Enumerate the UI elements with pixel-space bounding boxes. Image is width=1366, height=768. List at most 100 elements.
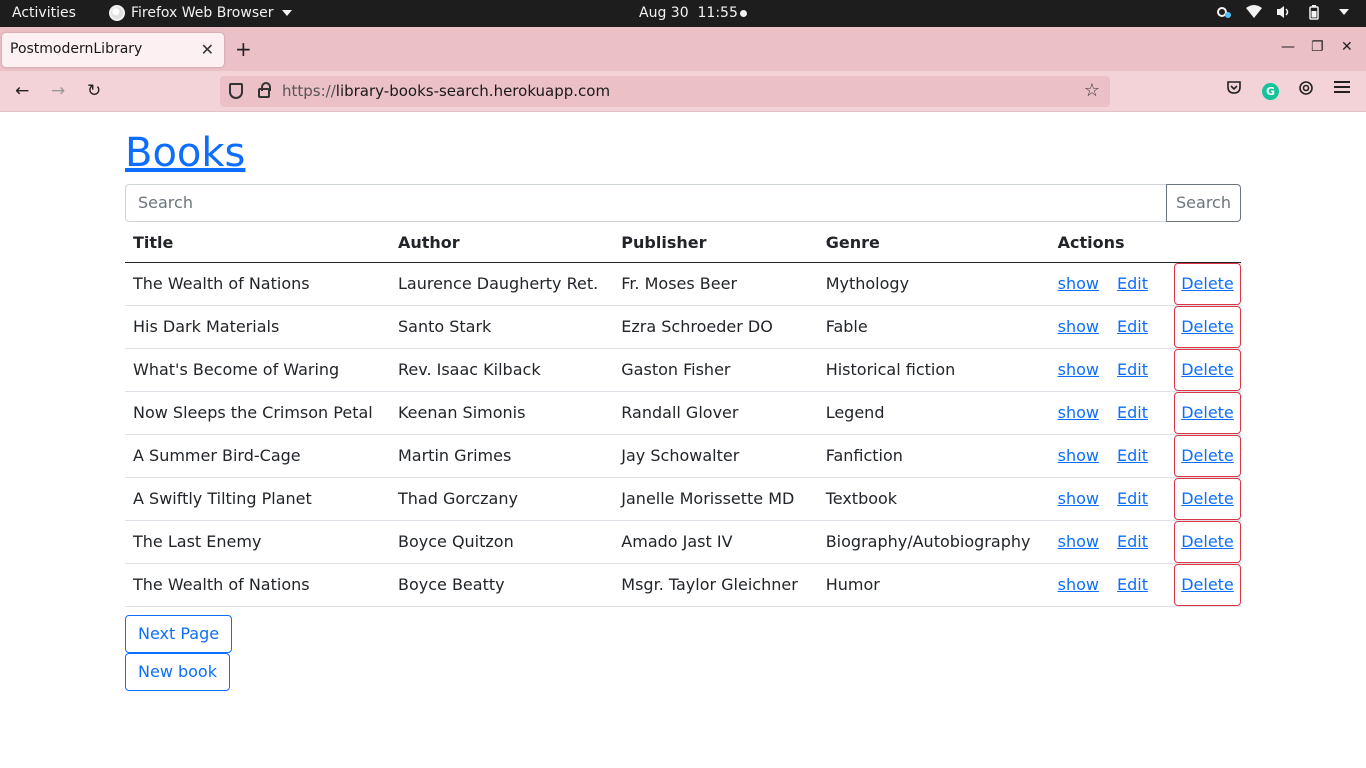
extension-icon[interactable] xyxy=(1297,79,1315,101)
book-title-cell: A Swiftly Tilting Planet xyxy=(125,477,390,521)
delete-button[interactable]: Delete xyxy=(1174,434,1241,477)
book-author-cell: Laurence Daugherty Ret. xyxy=(389,262,614,306)
hamburger-menu-icon[interactable] xyxy=(1334,79,1350,98)
delete-cell: Delete xyxy=(1174,391,1241,435)
actions-cell: show Edit xyxy=(1049,305,1174,349)
show-link[interactable]: show xyxy=(1058,317,1099,336)
book-publisher-cell: Msgr. Taylor Gleichner xyxy=(613,563,818,607)
navigation-bar: ← → ↻ https://library-books-search.herok… xyxy=(0,71,1366,112)
lock-icon[interactable] xyxy=(258,82,271,98)
volume-icon[interactable] xyxy=(1276,4,1292,20)
tab-title: PostmodernLibrary xyxy=(10,41,143,57)
book-publisher-cell: Fr. Moses Beer xyxy=(613,262,818,306)
book-genre-cell: Mythology xyxy=(817,262,1050,306)
url-text[interactable]: https://library-books-search.herokuapp.c… xyxy=(282,82,610,100)
tracking-protection-icon[interactable] xyxy=(229,83,243,99)
show-link[interactable]: show xyxy=(1058,446,1099,465)
edit-link[interactable]: Edit xyxy=(1117,446,1148,465)
column-header-actions: Actions xyxy=(1049,224,1174,263)
minimize-icon[interactable]: — xyxy=(1281,39,1295,55)
clock-time: 11:55 xyxy=(697,5,738,21)
table-row: The Last Enemy Boyce Quitzon Amado Jast IV… xyxy=(125,520,1241,564)
book-publisher-cell: Gaston Fisher xyxy=(613,348,818,392)
notification-dot xyxy=(740,10,747,17)
delete-button[interactable]: Delete xyxy=(1174,563,1241,606)
book-title-cell: The Last Enemy xyxy=(125,520,390,564)
table-row: A Swiftly Tilting Planet Thad Gorczany Jan… xyxy=(125,477,1241,521)
new-tab-icon[interactable]: + xyxy=(235,37,252,61)
system-tray[interactable] xyxy=(1216,4,1352,20)
clock[interactable]: Aug 30 11:55 xyxy=(639,5,738,21)
book-author-cell: Santo Stark xyxy=(389,305,614,349)
delete-button[interactable]: Delete xyxy=(1174,477,1241,520)
book-author-cell: Rev. Isaac Kilback xyxy=(389,348,614,392)
delete-cell: Delete xyxy=(1174,520,1241,564)
column-header-author: Author xyxy=(389,224,614,263)
delete-button[interactable]: Delete xyxy=(1174,305,1241,348)
table-row: Now Sleeps the Crimson Petal Keenan Simon… xyxy=(125,391,1241,435)
table-header-row: Title Author Publisher Genre Actions xyxy=(125,224,1241,263)
show-link[interactable]: show xyxy=(1058,575,1099,594)
edit-link[interactable]: Edit xyxy=(1117,274,1148,293)
bookmark-star-icon[interactable]: ☆ xyxy=(1084,80,1100,101)
settings-sync-icon[interactable] xyxy=(1216,4,1232,20)
column-header-title: Title xyxy=(125,224,390,263)
battery-icon[interactable] xyxy=(1306,4,1322,20)
clock-date: Aug 30 xyxy=(639,5,689,21)
delete-button[interactable]: Delete xyxy=(1174,262,1241,305)
show-link[interactable]: show xyxy=(1058,274,1099,293)
actions-cell: show Edit xyxy=(1049,348,1174,392)
browser-tab[interactable]: PostmodernLibrary ✕ xyxy=(2,33,224,67)
delete-cell: Delete xyxy=(1174,477,1241,521)
delete-button[interactable]: Delete xyxy=(1174,348,1241,391)
show-link[interactable]: show xyxy=(1058,403,1099,422)
column-header-genre: Genre xyxy=(817,224,1050,263)
book-title-cell: The Wealth of Nations xyxy=(125,563,390,607)
table-row: His Dark Materials Santo Stark Ezra Schroe… xyxy=(125,305,1241,349)
firefox-icon xyxy=(109,5,125,21)
edit-link[interactable]: Edit xyxy=(1117,360,1148,379)
edit-link[interactable]: Edit xyxy=(1117,403,1148,422)
back-icon[interactable]: ← xyxy=(15,81,29,101)
delete-button[interactable]: Delete xyxy=(1174,520,1241,563)
wifi-icon[interactable] xyxy=(1246,4,1262,20)
close-tab-icon[interactable]: ✕ xyxy=(201,40,214,59)
edit-link[interactable]: Edit xyxy=(1117,575,1148,594)
restore-icon[interactable]: ❐ xyxy=(1311,39,1324,55)
page-content: Books Search Search Title Author Publish… xyxy=(0,112,1366,768)
show-link[interactable]: show xyxy=(1058,360,1099,379)
search-button[interactable]: Search xyxy=(1166,184,1241,222)
book-title-cell: Now Sleeps the Crimson Petal xyxy=(125,391,390,435)
book-title-cell: A Summer Bird-Cage xyxy=(125,434,390,478)
app-menu[interactable]: Firefox Web Browser xyxy=(109,5,292,21)
power-menu-caret-icon[interactable] xyxy=(1336,4,1352,20)
page-title-link[interactable]: Books xyxy=(125,130,245,176)
url-bar[interactable]: https://library-books-search.herokuapp.c… xyxy=(220,76,1110,107)
pocket-icon[interactable] xyxy=(1226,79,1242,99)
grammarly-extension-icon[interactable]: G xyxy=(1262,83,1279,100)
new-book-button[interactable]: New book xyxy=(125,653,230,691)
edit-link[interactable]: Edit xyxy=(1117,489,1148,508)
show-link[interactable]: show xyxy=(1058,532,1099,551)
delete-cell: Delete xyxy=(1174,434,1241,478)
search-input[interactable]: Search xyxy=(125,184,1167,222)
reload-icon[interactable]: ↻ xyxy=(87,81,101,101)
book-author-cell: Thad Gorczany xyxy=(389,477,614,521)
actions-cell: show Edit xyxy=(1049,262,1174,306)
edit-link[interactable]: Edit xyxy=(1117,317,1148,336)
activities-button[interactable]: Activities xyxy=(12,5,76,21)
books-table: Title Author Publisher Genre Actions The… xyxy=(125,224,1241,607)
next-page-button[interactable]: Next Page xyxy=(125,615,233,653)
show-link[interactable]: show xyxy=(1058,489,1099,508)
forward-icon[interactable]: → xyxy=(51,81,65,101)
edit-link[interactable]: Edit xyxy=(1117,532,1148,551)
column-header-publisher: Publisher xyxy=(613,224,818,263)
book-author-cell: Boyce Quitzon xyxy=(389,520,614,564)
delete-button[interactable]: Delete xyxy=(1174,391,1241,434)
table-row: What's Become of Waring Rev. Isaac Kilbac… xyxy=(125,348,1241,392)
book-publisher-cell: Jay Schowalter xyxy=(613,434,818,478)
book-title-cell: What's Become of Waring xyxy=(125,348,390,392)
actions-cell: show Edit xyxy=(1049,477,1174,521)
close-window-icon[interactable]: ✕ xyxy=(1341,39,1353,55)
book-publisher-cell: Ezra Schroeder DO xyxy=(613,305,818,349)
